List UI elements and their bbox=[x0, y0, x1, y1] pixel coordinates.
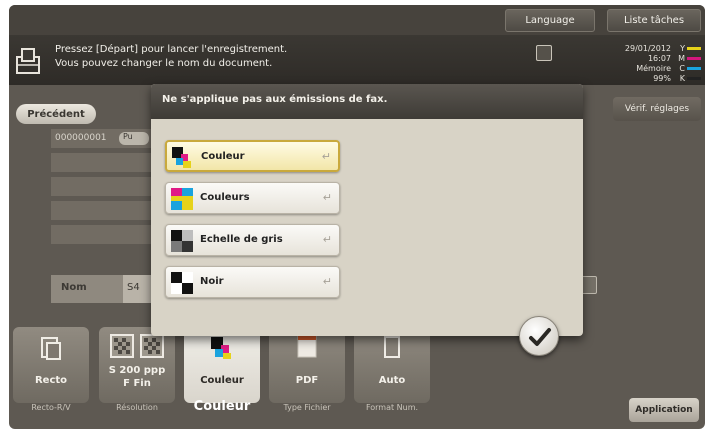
simplex-page-icon bbox=[41, 337, 61, 360]
tab-resolution-label-2: F Fin bbox=[123, 378, 151, 389]
message-bar: Pressez [Départ] pour lancer l'enregistr… bbox=[9, 35, 705, 85]
language-button[interactable]: Language bbox=[505, 9, 595, 32]
black-swatch-icon bbox=[171, 272, 193, 294]
touch-panel-screen: Language Liste tâches Pressez [Départ] p… bbox=[9, 5, 705, 429]
document-name-list: 000000001 Pu bbox=[51, 129, 151, 259]
list-item[interactable] bbox=[51, 225, 151, 244]
name-label: Nom bbox=[51, 275, 123, 303]
tab-file-type-sublabel: Type Fichier bbox=[283, 403, 331, 412]
enter-icon: ↵ bbox=[321, 150, 331, 163]
tab-scan-size-label: Auto bbox=[378, 375, 406, 386]
option-noir[interactable]: Noir ↵ bbox=[165, 266, 340, 298]
toner-letter-y: Y bbox=[680, 44, 685, 53]
tab-resolution[interactable]: S 200 ppp F Fin bbox=[99, 327, 175, 403]
tab-color-label: Couleur bbox=[200, 375, 244, 386]
toner-letter-k: K bbox=[679, 74, 685, 83]
top-bar: Language Liste tâches bbox=[9, 5, 705, 35]
toner-bar-yellow bbox=[687, 47, 701, 50]
counter-icon[interactable] bbox=[536, 45, 552, 61]
option-label: Couleur bbox=[201, 151, 245, 162]
enter-icon: ↵ bbox=[322, 275, 332, 288]
toner-letter-c: C bbox=[679, 64, 685, 73]
tab-file-type-label: PDF bbox=[295, 375, 319, 386]
dialog-title: Ne s'applique pas aux émissions de fax. bbox=[151, 84, 583, 119]
status-time: 16:07 bbox=[647, 54, 671, 63]
scan-size-icon bbox=[384, 336, 400, 358]
toner-bar-cyan bbox=[687, 67, 701, 70]
tab-resolution-label-1: S 200 ppp bbox=[108, 365, 166, 376]
status-memory-value: 99% bbox=[653, 74, 671, 83]
color-mode-icon bbox=[211, 337, 231, 359]
status-date: 29/01/2012 bbox=[624, 44, 671, 53]
option-echelle-de-gris[interactable]: Echelle de gris ↵ bbox=[165, 224, 340, 256]
message-line-2: Vous pouvez changer le nom du document. bbox=[55, 58, 273, 69]
color-mode-dialog: Ne s'applique pas aux émissions de fax. … bbox=[151, 84, 583, 336]
previous-button[interactable]: Précédent bbox=[16, 104, 96, 124]
resolution-icon bbox=[110, 334, 164, 358]
option-label: Echelle de gris bbox=[200, 234, 283, 245]
tab-color-sublabel: Couleur bbox=[193, 399, 251, 414]
toner-bar-magenta bbox=[687, 57, 701, 60]
list-item[interactable] bbox=[51, 201, 151, 220]
ok-button[interactable] bbox=[519, 316, 559, 356]
list-item[interactable] bbox=[51, 177, 151, 196]
color-swatch-icon bbox=[172, 147, 191, 168]
toner-bar-black bbox=[687, 77, 701, 80]
list-item[interactable] bbox=[51, 153, 151, 172]
option-label: Noir bbox=[200, 276, 224, 287]
check-settings-button[interactable]: Vérif. réglages bbox=[613, 97, 701, 121]
toner-letter-m: M bbox=[678, 54, 685, 63]
tab-scan-size-sublabel: Format Num. bbox=[365, 403, 419, 412]
tab-resolution-sublabel: Résolution bbox=[116, 403, 158, 412]
option-couleur[interactable]: Couleur ↵ bbox=[165, 140, 340, 172]
list-item[interactable]: 000000001 Pu bbox=[51, 129, 151, 148]
tab-duplex[interactable]: Recto bbox=[13, 327, 89, 403]
scan-to-box-icon bbox=[16, 48, 40, 74]
option-label: Couleurs bbox=[200, 192, 250, 203]
application-button[interactable]: Application bbox=[629, 398, 699, 422]
option-couleurs[interactable]: Couleurs ↵ bbox=[165, 182, 340, 214]
tab-color[interactable]: Couleur bbox=[184, 327, 260, 403]
list-item-tag: Pu bbox=[119, 132, 149, 145]
tab-duplex-label: Recto bbox=[34, 375, 68, 386]
status-memory-label: Mémoire bbox=[636, 64, 671, 73]
checkmark-icon bbox=[529, 328, 551, 346]
tab-duplex-sublabel: Recto-R/V bbox=[31, 403, 71, 412]
list-item-number: 000000001 bbox=[55, 133, 107, 143]
tab-file-type[interactable]: PDF bbox=[269, 327, 345, 403]
grayscale-swatch-icon bbox=[171, 230, 193, 252]
tab-scan-size[interactable]: Auto bbox=[354, 327, 430, 403]
name-field[interactable]: S4 bbox=[123, 275, 153, 303]
job-list-button[interactable]: Liste tâches bbox=[607, 9, 701, 32]
enter-icon: ↵ bbox=[322, 233, 332, 246]
multicolor-swatch-icon bbox=[171, 188, 193, 210]
enter-icon: ↵ bbox=[322, 191, 332, 204]
message-line-1: Pressez [Départ] pour lancer l'enregistr… bbox=[55, 44, 288, 55]
